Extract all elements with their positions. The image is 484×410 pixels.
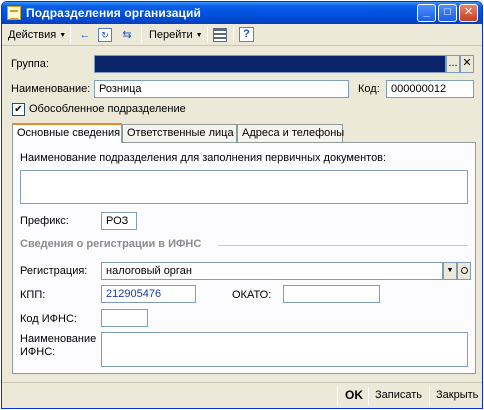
toolbar-separator [207,27,208,43]
app-icon [7,6,21,20]
footer-separator [337,387,338,405]
ifns-name-label-line1: Наименование [20,333,97,345]
tab-panel: Наименование подразделения для заполнени… [12,142,476,374]
refresh-icon[interactable]: ↻ [98,28,112,42]
toolbar-separator [233,27,234,43]
code-label: Код: [358,83,380,95]
close-window-button[interactable]: ✕ [459,4,478,22]
ifns-section-title: Сведения о регистрации в ИФНС [20,238,202,250]
separate-division-label: Обособленное подразделение [29,103,186,115]
ifns-code-label: Код ИФНС: [20,313,77,325]
tab-addresses-phones[interactable]: Адреса и телефоны [237,124,344,143]
tab-responsible-persons[interactable]: Ответственные лица [122,124,237,143]
prefix-label: Префикс: [20,215,69,227]
help-icon[interactable]: ? [239,27,254,42]
footer-separator [368,387,369,405]
maximize-button[interactable]: □ [438,4,457,22]
toolbar-separator [141,27,142,43]
okato-field[interactable] [283,285,380,303]
name-field[interactable]: Розница [94,80,349,98]
toolbar: Действия ▼ ← ↻ ⇆ Перейти ▼ ? [2,24,482,46]
window-title: Подразделения организаций [26,6,201,20]
actions-menu-label: Действия [8,29,57,41]
kpp-label: КПП: [20,289,46,301]
tab-main-info[interactable]: Основные сведения [12,123,122,143]
group-field[interactable] [94,55,446,73]
group-label: Группа: [11,58,49,70]
okato-label: ОКАТО: [232,289,272,301]
ifns-code-field[interactable] [101,309,148,327]
registration-search-button[interactable] [457,262,471,280]
section-divider [218,245,468,246]
doc-name-field[interactable] [20,170,468,204]
open-arrow-icon[interactable]: ⇆ [119,27,135,43]
chevron-down-icon: ▼ [59,32,67,39]
save-button[interactable]: Записать [375,389,422,401]
goto-menu[interactable]: Перейти ▼ [149,27,203,43]
minimize-button[interactable]: _ [417,4,436,22]
chevron-down-icon: ▼ [195,32,203,39]
ifns-name-field[interactable] [101,332,468,367]
doc-name-label: Наименование подразделения для заполнени… [20,152,387,164]
registration-dropdown-button[interactable]: ▼ [443,262,457,280]
code-field[interactable]: 000000012 [386,80,474,98]
registration-label: Регистрация: [20,265,88,277]
goto-menu-label: Перейти [149,29,193,41]
ifns-name-label-line2: ИФНС: [20,346,56,358]
name-label: Наименование: [11,83,91,95]
title-bar[interactable]: Подразделения организаций _ □ ✕ [2,2,482,24]
footer-bar: OK Записать Закрыть [2,382,482,408]
close-button[interactable]: Закрыть [436,389,478,401]
list-settings-icon[interactable] [213,28,227,42]
back-arrow-icon[interactable]: ← [77,27,93,43]
separate-division-checkbox[interactable]: ✔ [12,103,25,116]
registration-field[interactable]: налоговый орган [101,262,443,280]
footer-separator [429,387,430,405]
ok-button[interactable]: OK [345,388,363,402]
group-clear-button[interactable]: ✕ [460,55,474,73]
actions-menu[interactable]: Действия ▼ [8,27,66,43]
dialog-window: Подразделения организаций _ □ ✕ Действия… [1,1,483,409]
search-icon [460,267,468,274]
kpp-field[interactable]: 212905476 [101,285,196,303]
group-select-button[interactable]: ... [446,55,460,73]
toolbar-separator [70,27,71,43]
prefix-field[interactable]: РОЗ [101,212,137,230]
